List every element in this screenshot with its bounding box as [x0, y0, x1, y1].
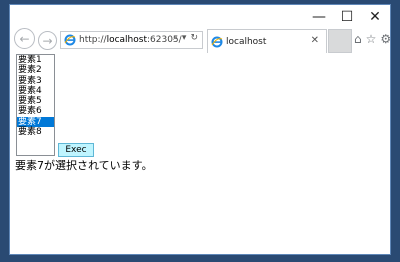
list-option[interactable]: 要素2	[17, 65, 54, 75]
tab-close-icon[interactable]: ✕	[311, 35, 319, 46]
list-option[interactable]: 要素6	[17, 106, 54, 116]
forward-button[interactable]: →	[38, 31, 57, 50]
close-window-button[interactable]: ✕	[361, 5, 389, 29]
minimize-button[interactable]: —	[305, 5, 333, 29]
tab-ie-logo-icon	[211, 36, 223, 47]
forward-arrow-icon: →	[42, 33, 53, 48]
ie-logo-icon	[64, 34, 76, 46]
item-listbox[interactable]: 要素1 要素2 要素3 要素4 要素5 要素6 要素7 要素8	[16, 54, 55, 156]
list-option[interactable]: 要素1	[17, 55, 54, 65]
tab-localhost[interactable]: localhost ✕	[207, 29, 327, 53]
dropdown-icon[interactable]: ▾	[182, 33, 187, 43]
title-bar: — ☐ ✕	[10, 5, 390, 31]
settings-icon[interactable]: ⚙	[380, 32, 391, 46]
back-arrow-icon: ←	[19, 31, 30, 46]
favorites-icon[interactable]: ☆	[366, 32, 377, 46]
tab-title: localhost	[226, 36, 267, 47]
navigation-bar: ← → http://localhost:62305/ ⌕ ▾ ↻ local…	[10, 28, 391, 53]
address-bar[interactable]: http://localhost:62305/ ⌕ ▾ ↻	[60, 31, 203, 49]
list-option[interactable]: 要素8	[17, 127, 54, 137]
list-option[interactable]: 要素7	[17, 116, 54, 128]
refresh-icon[interactable]: ↻	[190, 33, 198, 43]
address-host: localhost	[106, 35, 147, 45]
exec-button[interactable]: Exec	[58, 143, 94, 157]
page-content: 要素1 要素2 要素3 要素4 要素5 要素6 要素7 要素8 Exec 要素7が選択されてい…	[10, 53, 390, 254]
home-icon[interactable]: ⌂	[354, 32, 362, 46]
toolbar-icons: ⌂ ☆ ⚙	[354, 32, 391, 46]
list-option[interactable]: 要素5	[17, 96, 54, 106]
back-button[interactable]: ←	[14, 28, 35, 49]
new-tab-button[interactable]	[328, 29, 352, 53]
list-option[interactable]: 要素4	[17, 86, 54, 96]
address-tools: ⌕ ▾ ↻	[173, 33, 198, 43]
search-icon[interactable]: ⌕	[173, 33, 178, 43]
browser-window: — ☐ ✕ ← → http://localhost:62305/ ⌕ ▾ ↻	[9, 4, 391, 255]
address-prefix: http://	[79, 35, 107, 45]
list-option[interactable]: 要素3	[17, 76, 54, 86]
selection-message: 要素7が選択されています。	[15, 159, 153, 172]
maximize-button[interactable]: ☐	[333, 5, 361, 29]
